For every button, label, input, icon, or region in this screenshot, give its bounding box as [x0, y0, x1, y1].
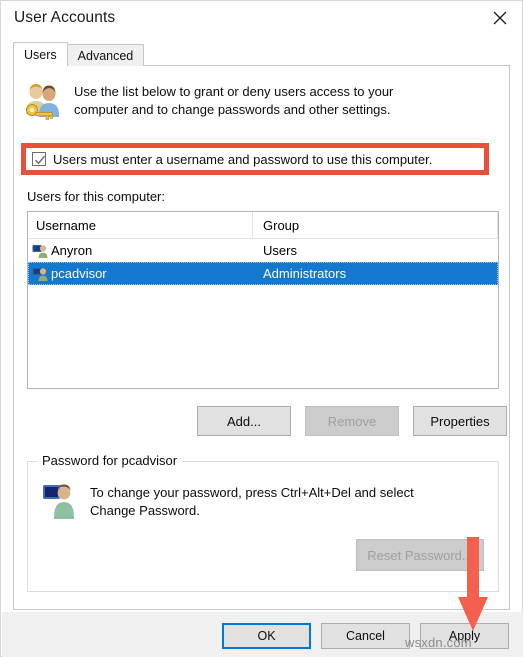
tab-strip: Users Advanced	[13, 42, 145, 66]
close-icon[interactable]	[478, 1, 522, 34]
remove-button: Remove	[305, 406, 399, 436]
page-title: User Accounts	[14, 9, 116, 26]
table-row[interactable]: pcadvisor Administrators	[28, 262, 498, 285]
password-line-2: Change Password.	[90, 503, 200, 518]
cell-username: pcadvisor	[28, 266, 253, 282]
user-monitor-icon	[42, 483, 78, 521]
require-password-checkbox[interactable]	[32, 152, 46, 166]
users-tab-panel: Use the list below to grant or deny user…	[13, 65, 510, 610]
intro-text: Use the list below to grant or deny user…	[74, 81, 393, 127]
tab-users[interactable]: Users	[13, 42, 68, 66]
watermark: wsxdn.com	[405, 635, 472, 650]
password-group-text: To change your password, press Ctrl+Alt+…	[90, 483, 414, 521]
user-icon	[32, 266, 48, 282]
cell-username: Anyron	[28, 243, 253, 259]
cancel-button[interactable]: Cancel	[321, 623, 410, 649]
user-action-buttons: Add... Remove Properties	[197, 406, 507, 436]
user-list-caption: Users for this computer:	[27, 189, 165, 204]
ok-button[interactable]: OK	[222, 623, 311, 649]
require-password-checkbox-row[interactable]: Users must enter a username and password…	[32, 149, 432, 169]
username-text: Anyron	[51, 243, 93, 258]
password-group-box	[27, 461, 499, 592]
tab-advanced-label: Advanced	[77, 48, 134, 63]
title-bar: User Accounts	[1, 1, 522, 36]
users-key-icon	[20, 81, 66, 127]
username-text: pcadvisor	[51, 266, 107, 281]
add-button[interactable]: Add...	[197, 406, 291, 436]
password-group-body: To change your password, press Ctrl+Alt+…	[42, 483, 482, 521]
user-list[interactable]: Username Group Anyron Users pcadvisor Ad…	[27, 211, 499, 389]
require-password-checkbox-label: Users must enter a username and password…	[53, 151, 433, 167]
intro-line-2: computer and to change passwords and oth…	[74, 102, 391, 117]
column-header-group[interactable]: Group	[253, 212, 498, 238]
user-list-header: Username Group	[28, 212, 498, 239]
user-icon	[32, 243, 48, 259]
cell-group: Administrators	[263, 266, 347, 281]
tab-advanced[interactable]: Advanced	[66, 44, 145, 66]
password-group-title: Password for pcadvisor	[37, 453, 183, 468]
reset-password-button: Reset Password...	[356, 539, 484, 571]
properties-button[interactable]: Properties	[413, 406, 507, 436]
user-accounts-dialog: User Accounts Users Advanced Use the lis…	[0, 0, 523, 657]
column-header-username[interactable]: Username	[28, 212, 253, 238]
table-row[interactable]: Anyron Users	[28, 239, 498, 262]
cell-group: Users	[263, 243, 297, 258]
intro-block: Use the list below to grant or deny user…	[20, 81, 490, 127]
password-line-1: To change your password, press Ctrl+Alt+…	[90, 485, 414, 500]
tab-users-label: Users	[24, 47, 57, 62]
intro-line-1: Use the list below to grant or deny user…	[74, 84, 394, 99]
